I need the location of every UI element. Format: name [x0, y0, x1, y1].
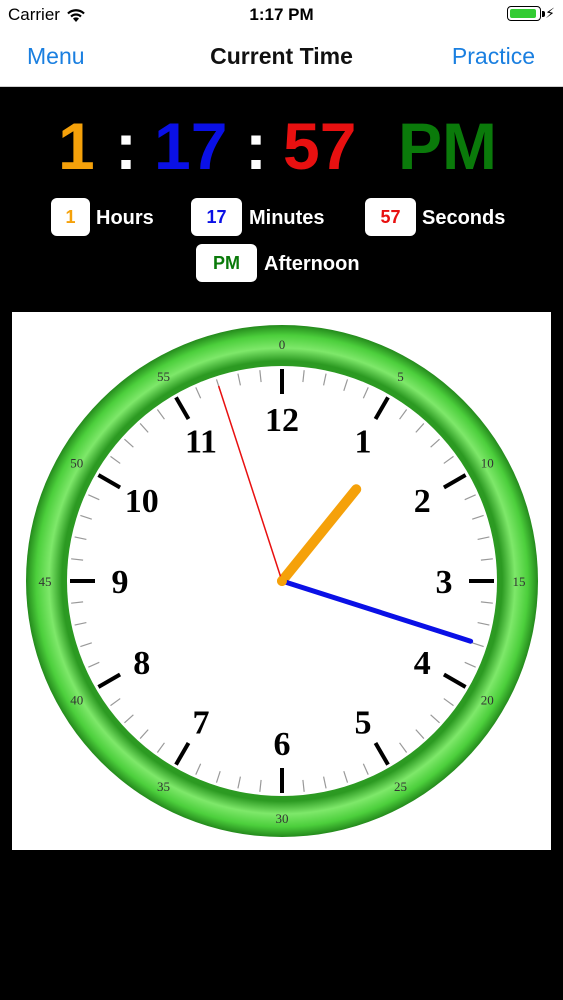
minute-chip: 17: [191, 198, 242, 236]
minute-number: 15: [513, 574, 526, 589]
charging-bolt-icon: ⚡: [545, 5, 555, 21]
hour-number: 11: [185, 424, 217, 461]
nav-bar: Menu Current Time Practice: [0, 30, 563, 87]
hour-number: 2: [414, 483, 431, 520]
digital-time: 1 : 17 : 57 PM: [0, 108, 563, 188]
minute-number: 55: [157, 369, 170, 384]
digital-second: 57: [283, 109, 357, 183]
minute-number: 40: [70, 693, 83, 708]
minute-number: 50: [70, 456, 83, 471]
digital-minute: 17: [154, 109, 228, 183]
hour-number: 6: [274, 726, 291, 763]
minute-number: 30: [276, 811, 289, 826]
clock-face: 121234567891011 0510152025303540455055: [26, 325, 538, 837]
hour-number: 3: [436, 564, 453, 601]
minute-number: 10: [481, 456, 494, 471]
center-pin: [277, 576, 287, 586]
second-chip: 57: [365, 198, 416, 236]
ampm-chip: PM: [196, 244, 257, 282]
hour-number: 7: [193, 704, 210, 741]
hour-number: 12: [265, 402, 299, 439]
hour-number: 5: [355, 704, 372, 741]
status-right: ⚡: [507, 5, 555, 22]
practice-button[interactable]: Practice: [452, 43, 535, 70]
minute-number: 35: [157, 779, 170, 794]
screen: Carrier 1:17 PM ⚡ Menu Current Time Prac…: [0, 0, 563, 1000]
digital-colon: :: [115, 109, 137, 183]
hour-chip: 1: [51, 198, 90, 236]
status-time: 1:17 PM: [249, 5, 314, 24]
status-bar: Carrier 1:17 PM ⚡: [0, 0, 563, 30]
minute-number: 25: [394, 779, 407, 794]
seconds-label: Seconds: [422, 207, 506, 229]
minutes-label: Minutes: [249, 207, 325, 229]
afternoon-label: Afternoon: [264, 253, 360, 275]
minute-number: 0: [279, 337, 286, 352]
minute-number: 20: [481, 693, 494, 708]
hour-number: 8: [133, 645, 150, 682]
minute-number: 45: [39, 574, 52, 589]
hour-number: 1: [355, 424, 372, 461]
digital-ampm: PM: [398, 109, 497, 183]
battery-icon: [507, 6, 546, 21]
digital-colon: :: [245, 109, 267, 183]
hour-number: 10: [125, 483, 159, 520]
digital-hour: 1: [58, 109, 95, 183]
hour-number: 9: [112, 564, 129, 601]
analog-clock: 12 1 2 3 4 5 6 7 8 9 10 11 0 5 10 15 20 25 30 35 40 45 50 55: [12, 312, 551, 850]
hour-number: 4: [414, 645, 431, 682]
hours-label: Hours: [96, 207, 154, 229]
minute-number: 5: [397, 369, 404, 384]
